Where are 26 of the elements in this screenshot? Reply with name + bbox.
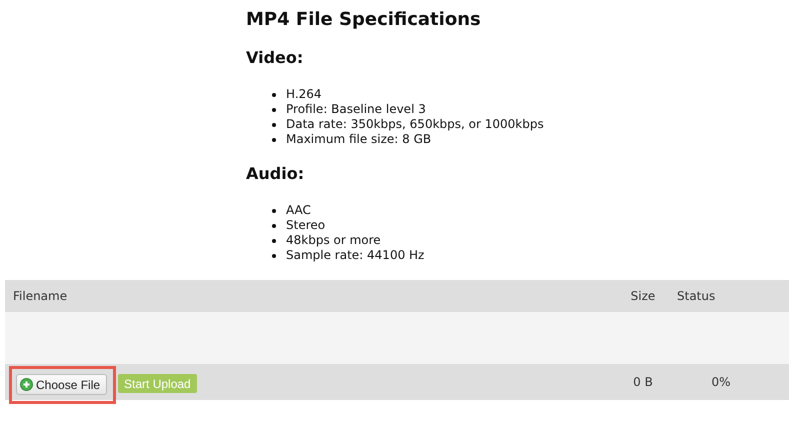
bullet-icon [272,254,276,258]
bullet-icon [272,208,276,212]
bullet-icon [272,224,276,228]
bullet-icon [272,138,276,142]
list-item: Data rate: 350kbps, 650kbps, or 1000kbps [286,117,544,132]
plus-icon [20,378,33,391]
bullet-icon [272,108,276,112]
list-item: 48kbps or more [286,233,381,248]
choose-file-button[interactable]: Choose File [16,374,108,395]
section-heading: Video: [246,48,304,68]
table-cell-text: 0% [710,375,732,389]
column-header: Status [676,289,716,303]
bullet-icon [272,92,276,96]
bullet-icon [272,238,276,242]
list-item: Stereo [286,218,326,233]
list-item: H.264 [286,87,322,102]
list-item: Profile: Baseline level 3 [286,102,426,117]
column-header: Filename [12,289,68,303]
page-title: MP4 File Specifications [246,9,482,31]
list-item: Maximum file size: 8 GB [286,132,432,147]
bullet-icon [272,122,276,126]
table-cell-text: 0 B [632,375,654,389]
list-item: AAC [286,203,311,218]
section-heading: Audio: [246,164,306,184]
column-header: Size [630,289,656,303]
list-item: Sample rate: 44100 Hz [286,248,424,263]
